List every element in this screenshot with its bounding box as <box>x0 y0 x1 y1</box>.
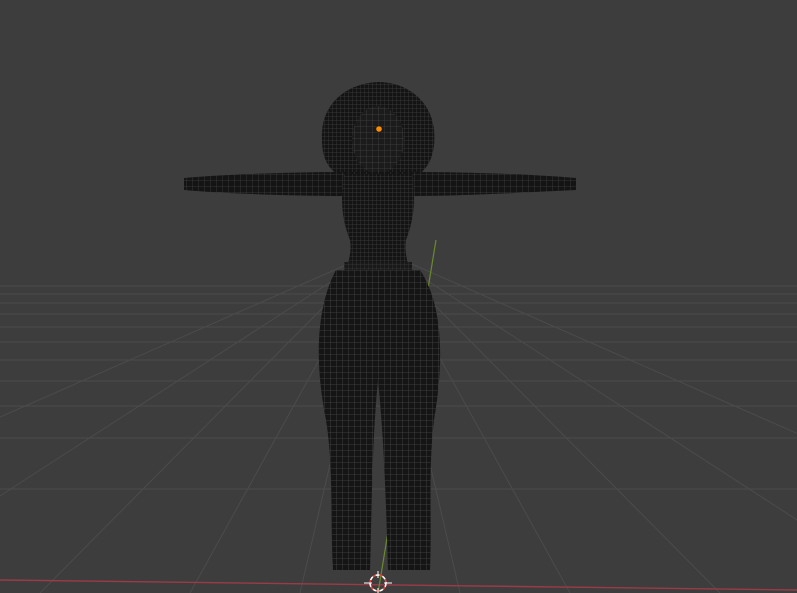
legs-mesh <box>318 270 441 570</box>
torso-mesh <box>342 174 414 280</box>
object-origin-icon[interactable] <box>375 125 383 133</box>
3d-viewport[interactable] <box>0 0 797 593</box>
viewport-canvas[interactable] <box>0 0 797 593</box>
face-mesh <box>352 106 404 174</box>
3d-cursor-icon[interactable] <box>364 571 392 593</box>
character-mesh[interactable] <box>184 82 576 575</box>
x-axis-line <box>0 579 797 591</box>
